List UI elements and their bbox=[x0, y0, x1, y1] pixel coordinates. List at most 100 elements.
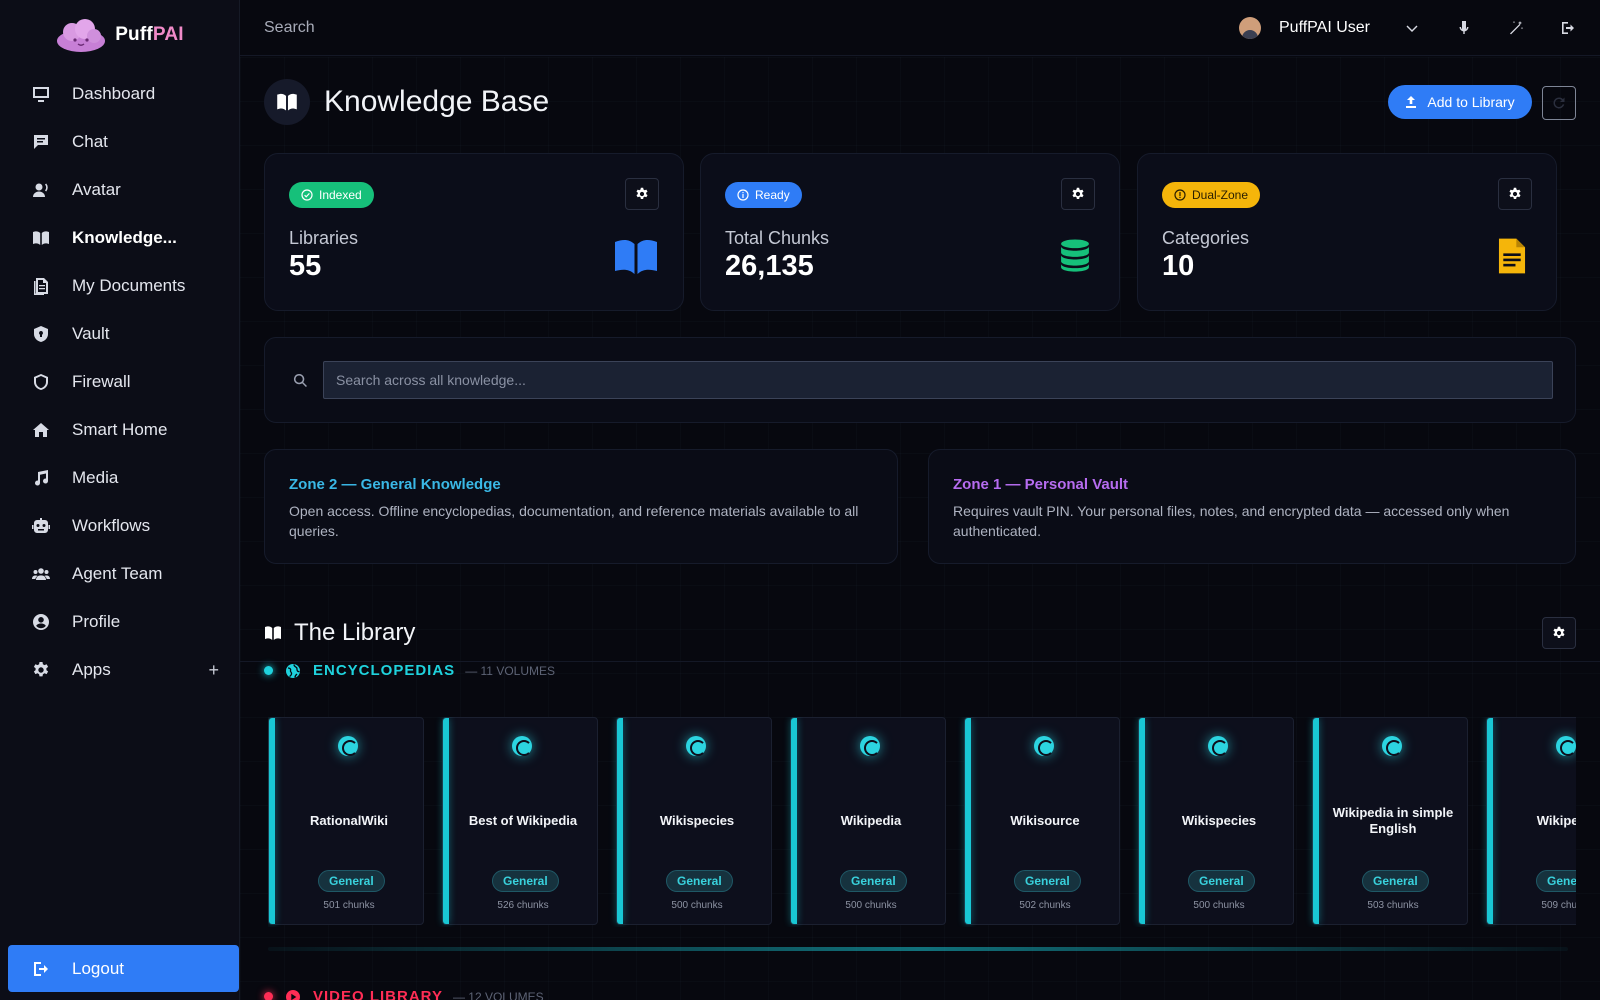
avatar-icon bbox=[32, 181, 50, 199]
gear-icon bbox=[1072, 187, 1084, 199]
logout-button[interactable]: Logout bbox=[8, 945, 239, 992]
book-chunk-count: 509 chunks bbox=[1541, 900, 1576, 911]
book-category-tag: General bbox=[1361, 870, 1429, 892]
sidebar-item-chat[interactable]: Chat bbox=[0, 118, 239, 166]
stat-card-categories: Dual-Zone Categories 10 bbox=[1137, 153, 1557, 311]
category-header-video-library[interactable]: VIDEO LIBRARY — 12 VOLUMES bbox=[264, 988, 544, 1000]
stat-settings-button[interactable] bbox=[1061, 178, 1095, 210]
globe-icon bbox=[1034, 736, 1054, 756]
brand-name-part2: PAI bbox=[152, 24, 184, 45]
library-book[interactable]: Wikipedia General 509 chunks bbox=[1486, 717, 1576, 925]
book-open-icon bbox=[265, 626, 281, 640]
book-spine bbox=[965, 718, 971, 924]
magic-wand-icon[interactable] bbox=[1496, 8, 1536, 48]
book-chunk-count: 500 chunks bbox=[1193, 900, 1245, 911]
sidebar-item-label: Media bbox=[72, 468, 119, 487]
sidebar-item-firewall[interactable]: Firewall bbox=[0, 358, 239, 406]
search-icon bbox=[293, 373, 308, 393]
home-icon bbox=[32, 421, 50, 439]
sidebar-item-label: Knowledge... bbox=[72, 228, 177, 247]
library-book[interactable]: Wikispecies General 500 chunks bbox=[616, 717, 772, 925]
logout-label: Logout bbox=[72, 958, 124, 978]
sidebar-item-knowledge[interactable]: Knowledge... bbox=[0, 214, 239, 262]
puff-cloud-logo-icon bbox=[57, 19, 106, 52]
users-icon bbox=[32, 565, 50, 583]
book-category-tag: General bbox=[1535, 870, 1576, 892]
play-circle-icon bbox=[286, 989, 300, 1000]
book-spine bbox=[791, 718, 797, 924]
library-book[interactable]: Wikipedia General 500 chunks bbox=[790, 717, 946, 925]
book-title: Wikipedia bbox=[840, 813, 902, 828]
zone-card-general: Zone 2 — General Knowledge Open access. … bbox=[264, 449, 898, 564]
brand-name-part1: Puff bbox=[115, 24, 153, 45]
library-book[interactable]: Wikipedia in simple English General 503 … bbox=[1312, 717, 1468, 925]
gear-icon bbox=[1553, 626, 1565, 638]
zone-card-personal-vault: Zone 1 — Personal Vault Requires vault P… bbox=[928, 449, 1576, 564]
sidebar-item-label: Vault bbox=[72, 324, 110, 343]
book-spine bbox=[1313, 718, 1319, 924]
shelf-scrollbar[interactable] bbox=[268, 947, 1568, 951]
page-title: Knowledge Base bbox=[324, 85, 550, 118]
book-category-tag: General bbox=[491, 870, 559, 892]
stat-value: 10 bbox=[1162, 250, 1195, 282]
sidebar-item-apps[interactable]: Apps + bbox=[0, 646, 239, 694]
sidebar-item-smart-home[interactable]: Smart Home bbox=[0, 406, 239, 454]
user-menu-chevron-down-icon[interactable] bbox=[1392, 8, 1432, 48]
book-chunk-count: 500 chunks bbox=[671, 900, 723, 911]
sidebar-item-media[interactable]: Media bbox=[0, 454, 239, 502]
book-chunk-count: 526 chunks bbox=[497, 900, 549, 911]
add-to-library-button[interactable]: Add to Library bbox=[1388, 85, 1532, 119]
category-header-encyclopedias[interactable]: ENCYCLOPEDIAS — 11 VOLUMES bbox=[264, 662, 555, 679]
library-book[interactable]: RationalWiki General 501 chunks bbox=[268, 717, 424, 925]
zone-description: Open access. Offline encyclopedias, docu… bbox=[289, 503, 859, 539]
sidebar-item-workflows[interactable]: Workflows bbox=[0, 502, 239, 550]
sidebar-item-vault[interactable]: Vault bbox=[0, 310, 239, 358]
user-avatar[interactable] bbox=[1239, 16, 1261, 39]
book-title: Wikispecies bbox=[659, 813, 735, 828]
gear-icon bbox=[32, 661, 50, 679]
documents-icon bbox=[32, 277, 50, 295]
sidebar-item-avatar[interactable]: Avatar bbox=[0, 166, 239, 214]
refresh-button[interactable] bbox=[1542, 86, 1576, 120]
sidebar-item-label: Dashboard bbox=[72, 84, 156, 103]
add-to-library-label: Add to Library bbox=[1427, 94, 1515, 110]
book-category-tag: General bbox=[1013, 870, 1081, 892]
shield-icon bbox=[32, 373, 50, 391]
sidebar-item-profile[interactable]: Profile bbox=[0, 598, 239, 646]
sign-out-icon[interactable] bbox=[1548, 8, 1588, 48]
sidebar-item-label: Agent Team bbox=[72, 564, 163, 583]
stat-card-total-chunks: Ready Total Chunks 26,135 bbox=[700, 153, 1120, 311]
category-dot bbox=[264, 992, 273, 1000]
microphone-icon[interactable] bbox=[1444, 8, 1484, 48]
brand[interactable]: PuffPAI bbox=[0, 0, 239, 70]
globe-icon bbox=[1556, 736, 1576, 756]
encyclopedias-shelf: RationalWiki General 501 chunks Best of … bbox=[268, 717, 1576, 927]
library-book[interactable]: Wikisource General 502 chunks bbox=[964, 717, 1120, 925]
file-text-icon bbox=[1492, 236, 1532, 281]
book-spine bbox=[1139, 718, 1145, 924]
globe-icon bbox=[1382, 736, 1402, 756]
sidebar-item-dashboard[interactable]: Dashboard bbox=[0, 70, 239, 118]
library-book[interactable]: Best of Wikipedia General 526 chunks bbox=[442, 717, 598, 925]
book-open-icon bbox=[264, 79, 310, 125]
robot-icon bbox=[32, 517, 50, 535]
stat-label: Total Chunks bbox=[725, 228, 830, 248]
library-settings-button[interactable] bbox=[1542, 617, 1576, 649]
sidebar-nav: Dashboard Chat Avatar Knowledge... My Do… bbox=[0, 70, 239, 694]
book-title: Wikispecies bbox=[1181, 813, 1257, 828]
sidebar-item-my-documents[interactable]: My Documents bbox=[0, 262, 239, 310]
stat-settings-button[interactable] bbox=[625, 178, 659, 210]
sidebar-item-label: Apps bbox=[72, 660, 111, 679]
book-title: RationalWiki bbox=[310, 813, 388, 828]
sidebar-item-agent-team[interactable]: Agent Team bbox=[0, 550, 239, 598]
stat-settings-button[interactable] bbox=[1498, 178, 1532, 210]
library-book[interactable]: Wikispecies General 500 chunks bbox=[1138, 717, 1294, 925]
knowledge-search-panel bbox=[264, 337, 1576, 423]
user-name[interactable]: PuffPAI User bbox=[1279, 19, 1370, 37]
top-search-input[interactable]: Search bbox=[264, 19, 315, 37]
status-badge: Dual-Zone bbox=[1162, 182, 1261, 208]
category-count: — 12 VOLUMES bbox=[452, 989, 544, 1000]
apps-expand-plus-icon[interactable]: + bbox=[208, 660, 219, 681]
knowledge-search-input[interactable] bbox=[323, 361, 1553, 399]
sidebar-item-label: Firewall bbox=[72, 372, 131, 391]
